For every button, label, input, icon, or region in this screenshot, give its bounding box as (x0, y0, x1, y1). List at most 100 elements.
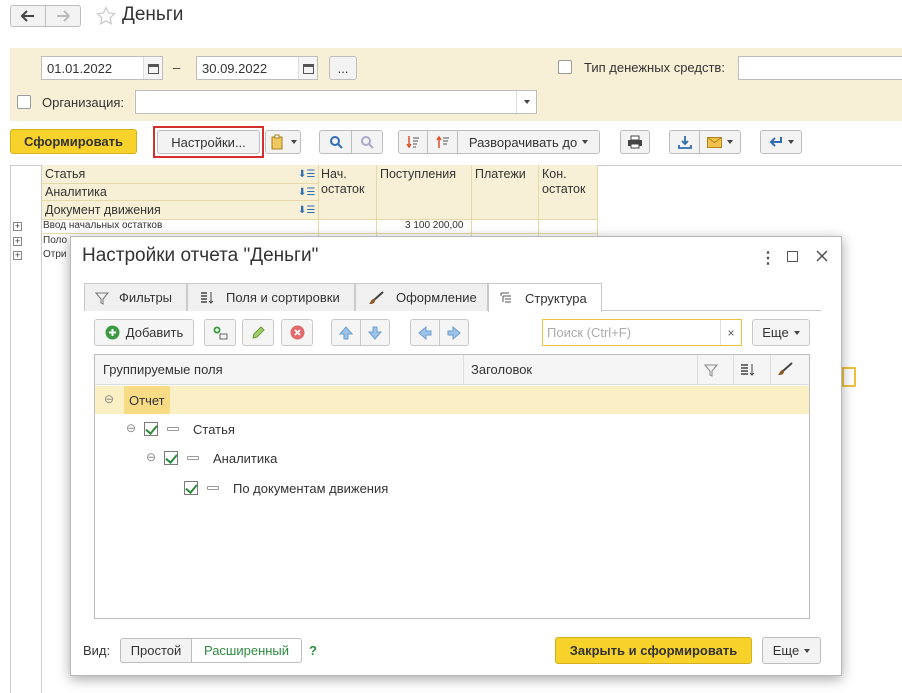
selected-cell (842, 367, 856, 387)
navigate-button[interactable] (760, 130, 802, 154)
calendar-icon[interactable] (143, 57, 162, 79)
view-extended-button[interactable]: Расширенный (191, 638, 302, 663)
pencil-icon (252, 325, 265, 339)
organization-checkbox[interactable] (17, 95, 31, 109)
save-button[interactable] (669, 130, 700, 154)
tree-node-documents: По документам движения (233, 481, 389, 496)
field-icon (187, 456, 199, 460)
group-header-document: Документ движения (45, 203, 161, 217)
arrow-left-icon (21, 10, 34, 22)
organization-input[interactable] (135, 90, 537, 114)
move-left-button[interactable] (410, 319, 440, 346)
tree-row-selected[interactable] (95, 386, 809, 414)
clear-search-icon[interactable]: × (720, 320, 741, 345)
tab-structure[interactable]: Структура (488, 283, 602, 312)
star-icon[interactable] (96, 6, 116, 26)
sort-up-icon (435, 135, 449, 148)
tree-checkbox-documents[interactable] (184, 481, 198, 495)
help-link[interactable]: ? (309, 643, 317, 658)
window-title: Деньги (122, 4, 184, 25)
tree-checkbox-article[interactable] (144, 422, 158, 436)
cash-type-checkbox[interactable] (558, 60, 572, 74)
plus-circle-icon (105, 325, 120, 340)
tree-node-report: Отчет (124, 386, 170, 414)
filter-icon (95, 292, 109, 305)
generate-button[interactable]: Сформировать (10, 129, 137, 154)
organization-label: Организация: (42, 95, 125, 110)
variant-button[interactable] (265, 130, 301, 154)
period-select-button[interactable]: ... (329, 56, 357, 80)
brush-icon (778, 362, 793, 375)
column-header-fields: Группируемые поля (103, 362, 223, 377)
sort-asc-button[interactable] (427, 130, 458, 154)
tab-fields-sorting[interactable]: Поля и сортировки (187, 283, 355, 311)
arrow-left-icon (418, 325, 432, 340)
cash-type-input[interactable] (738, 56, 902, 80)
move-up-button[interactable] (331, 319, 361, 346)
group-header-article: Статья (45, 167, 86, 181)
print-button[interactable] (620, 130, 650, 154)
arrow-right-icon (57, 10, 70, 22)
add-button[interactable]: Добавить (94, 319, 194, 346)
move-right-button[interactable] (439, 319, 469, 346)
collapse-icon[interactable]: ⊖ (126, 421, 136, 435)
return-arrow-icon (769, 137, 782, 147)
tab-appearance[interactable]: Оформление (355, 283, 488, 311)
maximize-icon[interactable] (787, 251, 798, 262)
more-footer-button[interactable]: Еще (762, 637, 821, 664)
column-header-receipts: Поступления (380, 167, 456, 181)
move-down-button[interactable] (360, 319, 390, 346)
group-header-analytics: Аналитика (45, 185, 107, 199)
close-and-generate-button[interactable]: Закрыть и сформировать (555, 637, 752, 664)
sort-desc-button[interactable] (398, 130, 428, 154)
search-input[interactable]: Поиск (Ctrl+F) × (542, 319, 742, 346)
dialog-title: Настройки отчета "Деньги" (82, 245, 319, 266)
view-label: Вид: (83, 643, 111, 658)
add-group-icon (213, 326, 228, 339)
table-row: Отри (43, 249, 67, 260)
expand-toggle[interactable]: + (13, 251, 22, 260)
download-icon (677, 136, 692, 149)
add-grouping-button[interactable] (204, 319, 236, 346)
sort-down-icon (406, 136, 419, 149)
search-cancel-icon (361, 136, 374, 149)
tree-checkbox-analytics[interactable] (164, 451, 178, 465)
fields-sort-icon (741, 364, 755, 376)
cancel-search-button[interactable] (351, 130, 383, 154)
table-row: Поло (43, 235, 68, 246)
expand-toggle[interactable]: + (13, 237, 22, 246)
sort-icon: ⬇☰ (298, 169, 316, 180)
tree-node-analytics: Аналитика (213, 451, 278, 466)
column-header-payments: Платежи (475, 167, 526, 181)
settings-button[interactable]: Настройки... (157, 130, 260, 154)
send-email-button[interactable] (699, 130, 741, 154)
field-icon (207, 486, 219, 490)
more-menu-icon[interactable]: ⋮ (760, 248, 776, 268)
search-button[interactable] (319, 130, 352, 154)
close-icon[interactable] (816, 250, 828, 262)
field-icon (167, 427, 179, 431)
view-simple-button[interactable]: Простой (120, 638, 192, 663)
delete-button[interactable] (281, 319, 313, 346)
edit-button[interactable] (242, 319, 274, 346)
delete-icon (290, 325, 304, 340)
tab-filters[interactable]: Фильтры (84, 283, 187, 311)
back-button[interactable] (10, 5, 46, 27)
clipboard-icon (271, 134, 282, 150)
collapse-icon[interactable]: ⊖ (104, 392, 114, 406)
expand-to-button[interactable]: Разворачивать до (457, 130, 600, 154)
more-button[interactable]: Еще (752, 319, 810, 346)
fields-sort-icon (201, 291, 214, 304)
expand-toggle[interactable]: + (13, 222, 22, 231)
tree-node-article: Статья (193, 422, 235, 437)
calendar-icon[interactable] (298, 57, 317, 79)
collapse-icon[interactable]: ⊖ (146, 450, 156, 464)
forward-button[interactable] (45, 5, 81, 27)
cash-type-label: Тип денежных средств: (584, 60, 725, 75)
column-header-opening: Нач. остаток (321, 167, 365, 196)
sort-icon: ⬇☰ (298, 187, 316, 198)
filter-icon (704, 364, 718, 377)
column-header-caption: Заголовок (471, 362, 533, 377)
organization-dropdown-button[interactable] (516, 91, 536, 113)
envelope-icon (707, 136, 722, 148)
